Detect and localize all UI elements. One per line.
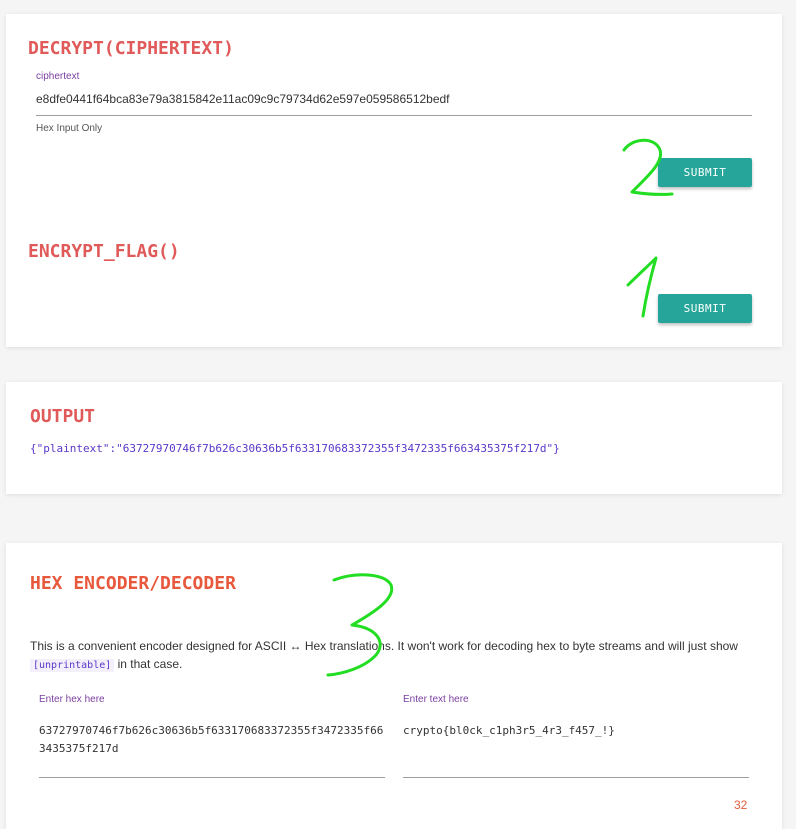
ciphertext-helper: Hex Input Only [36,123,103,134]
text-input-underline [403,777,749,778]
description-text-end: in that case. [117,657,183,671]
ciphertext-underline [36,115,752,116]
hex-tool-card: HEX ENCODER/DECODER This is a convenient… [6,543,782,829]
hex-input-underline [39,777,385,778]
encrypt-flag-heading: ENCRYPT_FLAG() [28,241,180,262]
hex-tool-heading: HEX ENCODER/DECODER [30,573,236,594]
description-text: This is a convenient encoder designed fo… [30,639,738,653]
crypto-card: DECRYPT(CIPHERTEXT) ciphertext e8dfe0441… [6,14,782,347]
output-card: OUTPUT {"plaintext":"63727970746f7b626c3… [6,382,782,494]
hex-input-label: Enter hex here [39,694,105,705]
output-text: {"plaintext":"63727970746f7b626c30636b5f… [30,442,560,455]
ciphertext-input[interactable]: e8dfe0441f64bca83e79a3815842e11ac09c9c79… [36,92,752,106]
hex-tool-description: This is a convenient encoder designed fo… [30,637,765,675]
text-input-label: Enter text here [403,694,469,705]
unprintable-code: [unprintable] [30,659,115,672]
ciphertext-label: ciphertext [36,71,80,82]
hex-input[interactable]: 63727970746f7b626c30636b5f63317068337235… [39,722,389,758]
output-heading: OUTPUT [30,406,96,427]
page-number: 32 [734,798,748,812]
decrypt-heading: DECRYPT(CIPHERTEXT) [28,38,234,59]
decrypt-submit-button[interactable]: SUBMIT [658,158,752,187]
text-input[interactable]: crypto{bl0ck_c1ph3r5_4r3_f457_!} [403,722,749,740]
encrypt-submit-button[interactable]: SUBMIT [658,294,752,323]
